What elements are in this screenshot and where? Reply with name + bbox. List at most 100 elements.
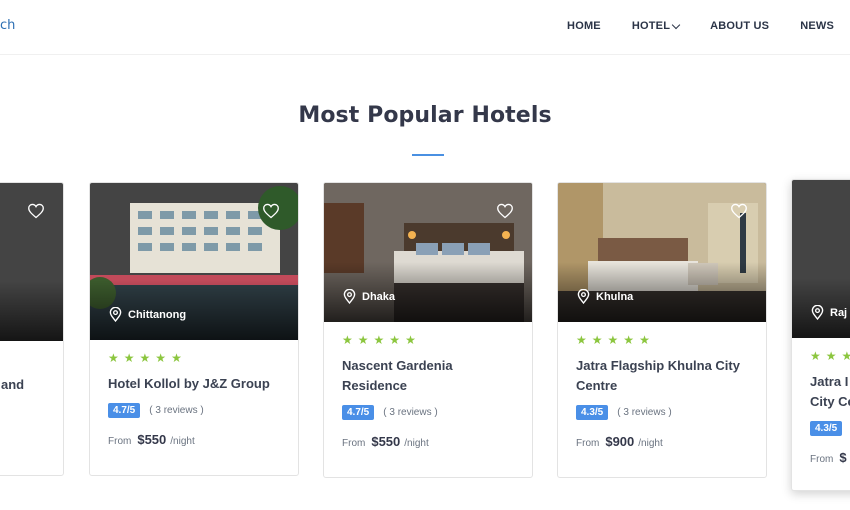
nav-home-label: HOME [567, 20, 601, 32]
hotel-location: Dhaka [343, 289, 395, 304]
price-value: $ [839, 450, 847, 465]
price-row: From $550 /night [108, 432, 280, 447]
star-icon: ★ [639, 333, 650, 347]
location-pin-icon [811, 305, 824, 320]
review-count: ( 3 reviews ) [617, 407, 672, 418]
price-from-label: From [342, 438, 366, 449]
hotel-name[interactable]: and [1, 375, 45, 395]
heart-icon[interactable] [730, 203, 748, 219]
nav-about-label: ABOUT US [710, 20, 770, 32]
nav-news-label: NEWS [800, 20, 834, 32]
hotel-card[interactable]: Raj ★ ★ ★ Jatra I City Ce 4.3/5 From $ [791, 179, 850, 491]
rating-badge: 4.7/5 [342, 405, 375, 420]
star-icon: ★ [155, 351, 167, 365]
heart-icon[interactable] [496, 203, 514, 219]
hotel-image[interactable]: Chittanong [90, 183, 298, 340]
price-unit: /night [638, 438, 663, 449]
star-icon: ★ [123, 351, 135, 365]
star-icon: ★ [139, 351, 151, 365]
price-unit: /night [170, 436, 195, 447]
rating-row: 4.3/5 [810, 421, 850, 436]
rating-row: 4.7/5 ( 3 reviews ) [108, 403, 280, 418]
page: ch HOME HOTEL ABOUT US NEWS Most Popular… [0, 0, 850, 510]
site-logo[interactable]: ch [0, 18, 15, 33]
hotel-location: Khulna [577, 289, 633, 304]
star-icon: ★ [810, 349, 821, 363]
card-body: and [0, 341, 63, 409]
hotel-location: Chittanong [109, 307, 186, 322]
chevron-down-icon [671, 20, 681, 29]
rating-badge: 4.3/5 [576, 405, 609, 420]
hotel-card[interactable]: Dhaka ★ ★ ★ ★ ★ Nascent Gardenia Residence 4… [323, 182, 533, 478]
price-row: From $900 /night [576, 434, 748, 449]
review-count: ( 3 reviews ) [149, 405, 204, 416]
star-rating: ★ ★ ★ [810, 350, 850, 362]
location-label: Raj [830, 306, 848, 319]
star-icon: ★ [342, 333, 353, 347]
location-pin-icon [109, 307, 122, 322]
site-header: ch HOME HOTEL ABOUT US NEWS [0, 0, 850, 55]
hotel-name[interactable]: Jatra I City Ce [810, 372, 850, 412]
nav-hotel-label: HOTEL [631, 20, 671, 32]
price-unit: /night [404, 438, 429, 449]
section-title: Most Popular Hotels [298, 103, 552, 128]
hotel-image[interactable]: Dhaka [324, 183, 532, 322]
star-icon: ★ [405, 333, 416, 347]
star-icon: ★ [108, 351, 119, 365]
rating-row: 4.7/5 ( 3 reviews ) [342, 405, 514, 420]
hotel-location: Raj [811, 305, 847, 320]
star-rating: ★ ★ ★ ★ ★ [342, 334, 514, 346]
price-value: $550 [371, 434, 401, 449]
location-label: Chittanong [128, 308, 187, 321]
star-icon: ★ [607, 333, 619, 347]
heart-icon[interactable] [27, 203, 45, 219]
star-icon: ★ [591, 333, 603, 347]
rating-badge: 4.7/5 [108, 403, 141, 418]
main-nav: HOME HOTEL ABOUT US NEWS [536, 20, 834, 32]
price-from-label: From [108, 436, 132, 447]
hotel-image[interactable] [0, 183, 63, 341]
star-icon: ★ [171, 351, 182, 365]
hotel-image[interactable]: Khulna [558, 183, 766, 322]
nav-news[interactable]: NEWS [800, 20, 834, 32]
price-from-label: From [576, 438, 600, 449]
hotel-name[interactable]: Hotel Kollol by J&Z Group [108, 374, 280, 394]
star-icon: ★ [357, 333, 369, 347]
title-underline [412, 154, 444, 156]
rating-badge: 4.3/5 [810, 421, 843, 436]
card-body: ★ ★ ★ ★ ★ Nascent Gardenia Residence 4.7/5 (… [324, 322, 532, 463]
price-row: From $ [810, 450, 850, 465]
hotel-name[interactable]: Nascent Gardenia Residence [342, 356, 514, 396]
nav-about-us[interactable]: ABOUT US [710, 20, 769, 32]
star-icon: ★ [373, 333, 385, 347]
hotel-card[interactable]: Chittanong ★ ★ ★ ★ ★ Hotel Kollol by J&Z Gro… [89, 182, 299, 476]
star-rating: ★ ★ ★ ★ ★ [108, 352, 280, 364]
price-value: $900 [605, 434, 635, 449]
star-icon: ★ [576, 333, 587, 347]
star-icon: ★ [825, 349, 837, 363]
location-pin-icon [343, 289, 356, 304]
price-row: From $550 /night [342, 434, 514, 449]
location-pin-icon [577, 289, 590, 304]
card-body: ★ ★ ★ Jatra I City Ce 4.3/5 From $ [792, 338, 850, 479]
hotel-image[interactable]: Raj [792, 180, 850, 338]
star-icon: ★ [623, 333, 635, 347]
hotel-card[interactable]: Khulna ★ ★ ★ ★ ★ Jatra Flagship Khulna City … [557, 182, 767, 478]
price-from-label: From [810, 454, 834, 465]
card-body: ★ ★ ★ ★ ★ Jatra Flagship Khulna City Centre … [558, 322, 766, 463]
rating-row: 4.3/5 ( 3 reviews ) [576, 405, 748, 420]
heart-icon[interactable] [262, 203, 280, 219]
hotel-card[interactable]: and [0, 182, 64, 476]
review-count: ( 3 reviews ) [383, 407, 438, 418]
star-icon: ★ [842, 350, 850, 362]
location-label: Khulna [596, 290, 634, 303]
location-label: Dhaka [362, 290, 396, 303]
star-icon: ★ [389, 333, 401, 347]
nav-home[interactable]: HOME [567, 20, 601, 32]
star-rating [1, 353, 45, 365]
nav-hotel[interactable]: HOTEL [631, 20, 681, 32]
price-value: $550 [137, 432, 167, 447]
hotel-name[interactable]: Jatra Flagship Khulna City Centre [576, 356, 748, 396]
card-body: ★ ★ ★ ★ ★ Hotel Kollol by J&Z Group 4.7/5 ( … [90, 340, 298, 461]
image-shade [0, 281, 63, 341]
